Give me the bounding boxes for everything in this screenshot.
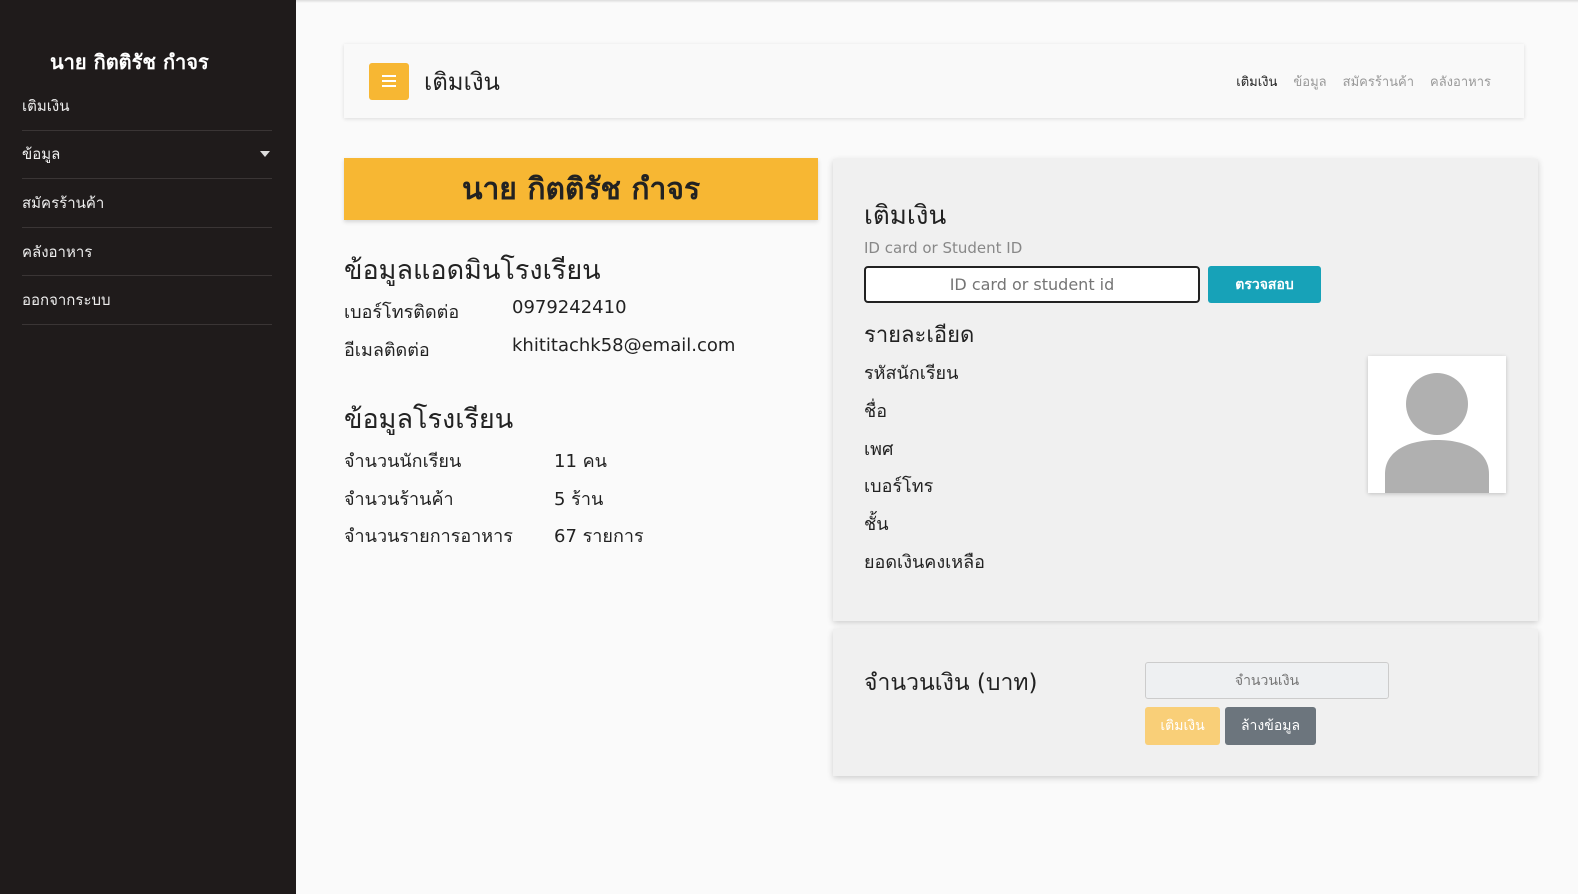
sidebar-item-label: สมัครร้านค้า xyxy=(22,193,105,212)
shops-value: 5 ร้าน xyxy=(554,489,604,510)
students-value: 11 คน xyxy=(554,451,607,472)
details-heading: รายละเอียด xyxy=(864,323,975,348)
check-button[interactable]: ตรวจสอบ xyxy=(1208,266,1321,303)
nav-link-food-stock[interactable]: คลังอาหาร xyxy=(1430,71,1491,92)
admin-info-heading: ข้อมูลแอดมินโรงเรียน xyxy=(344,255,601,286)
sidebar-item-logout[interactable]: ออกจากระบบ xyxy=(22,276,272,325)
nav-link-topup[interactable]: เติมเงิน xyxy=(1236,71,1277,92)
email-label: อีเมลติดต่อ xyxy=(344,340,430,361)
amount-card: จำนวนเงิน (บาท) เติมเงิน ล้างข้อมูล xyxy=(833,629,1538,776)
top-shadow xyxy=(296,0,1578,3)
nav-link-register-shop[interactable]: สมัครร้านค้า xyxy=(1343,71,1414,92)
students-label: จำนวนนักเรียน xyxy=(344,451,462,472)
topup-button[interactable]: เติมเงิน xyxy=(1145,707,1220,745)
avatar xyxy=(1368,356,1506,493)
menu-toggle-button[interactable] xyxy=(369,62,409,100)
shops-row: จำนวนร้านค้า 5 ร้าน xyxy=(344,484,603,513)
shops-label: จำนวนร้านค้า xyxy=(344,489,454,510)
sidebar-item-label: ออกจากระบบ xyxy=(22,291,111,310)
phone-detail-label: เบอร์โทร xyxy=(864,476,934,497)
student-id-input[interactable] xyxy=(864,266,1200,303)
sidebar-menu: เติมเงิน ข้อมูล สมัครร้านค้า คลังอาหาร อ… xyxy=(22,82,272,325)
hamburger-icon xyxy=(382,75,396,87)
phone-value: 0979242410 xyxy=(512,297,627,318)
email-value: khititachk58@email.com xyxy=(512,335,736,356)
top-nav: เติมเงิน ข้อมูล สมัครร้านค้า คลังอาหาร xyxy=(1236,71,1491,92)
topup-card-title: เติมเงิน xyxy=(864,201,947,231)
id-field-label: ID card or Student ID xyxy=(864,239,1023,257)
sidebar-item-info[interactable]: ข้อมูล xyxy=(22,131,272,180)
name-label: ชื่อ xyxy=(864,401,888,422)
user-placeholder-icon xyxy=(1385,373,1489,493)
sidebar-item-topup[interactable]: เติมเงิน xyxy=(22,82,272,131)
students-row: จำนวนนักเรียน 11 คน xyxy=(344,446,607,475)
sidebar-item-label: เติมเงิน xyxy=(22,96,70,115)
amount-label: จำนวนเงิน (บาท) xyxy=(864,670,1038,696)
amount-input[interactable] xyxy=(1145,662,1389,699)
name-banner: นาย กิตติรัช กำจร xyxy=(344,158,818,220)
sidebar-item-label: คลังอาหาร xyxy=(22,242,93,261)
sidebar-item-register-shop[interactable]: สมัครร้านค้า xyxy=(22,179,272,228)
sidebar-item-food-stock[interactable]: คลังอาหาร xyxy=(22,228,272,277)
menu-items-row: จำนวนรายการอาหาร 67 รายการ xyxy=(344,521,644,550)
sidebar: นาย กิตติรัช กำจร เติมเงิน ข้อมูล สมัครร… xyxy=(0,0,296,894)
chevron-down-icon xyxy=(260,151,270,158)
student-id-label: รหัสนักเรียน xyxy=(864,363,959,384)
menu-items-value: 67 รายการ xyxy=(554,526,644,547)
phone-row: เบอร์โทรติดต่อ 0979242410 xyxy=(344,297,627,326)
sidebar-item-label: ข้อมูล xyxy=(22,145,61,164)
menu-items-label: จำนวนรายการอาหาร xyxy=(344,526,513,547)
class-label: ชั้น xyxy=(864,514,889,535)
phone-label: เบอร์โทรติดต่อ xyxy=(344,302,460,323)
topup-card: เติมเงิน ID card or Student ID ตรวจสอบ ร… xyxy=(833,159,1538,621)
email-row: อีเมลติดต่อ khititachk58@email.com xyxy=(344,335,735,364)
nav-link-info[interactable]: ข้อมูล xyxy=(1293,71,1326,92)
gender-label: เพศ xyxy=(864,439,894,460)
top-bar: เติมเงิน เติมเงิน ข้อมูล สมัครร้านค้า คล… xyxy=(344,44,1524,118)
page-title: เติมเงิน xyxy=(424,67,500,96)
sidebar-user-name: นาย กิตติรัช กำจร xyxy=(50,50,209,74)
school-info-heading: ข้อมูลโรงเรียน xyxy=(344,404,514,435)
clear-button[interactable]: ล้างข้อมูล xyxy=(1225,707,1316,745)
balance-label: ยอดเงินคงเหลือ xyxy=(864,552,985,573)
